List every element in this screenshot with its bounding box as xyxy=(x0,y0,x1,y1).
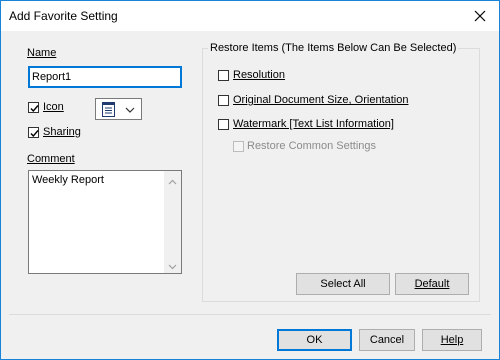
cancel-button[interactable]: Cancel xyxy=(359,329,415,351)
scroll-down-icon[interactable] xyxy=(168,261,177,273)
icon-label-text: Icon xyxy=(43,101,64,113)
resolution-label: Resolution xyxy=(233,69,285,81)
comment-label-text: Comment xyxy=(27,153,75,165)
select-all-button[interactable]: Select All xyxy=(296,273,390,295)
comment-scrollbar[interactable] xyxy=(164,171,181,273)
name-input[interactable] xyxy=(28,66,182,88)
comment-label: Comment xyxy=(27,153,75,165)
dialog-body: Name Icon xyxy=(1,31,499,359)
resolution-label-text: Resolution xyxy=(233,69,285,81)
original-size-label-text: Original Document Size, Orientation xyxy=(233,94,409,106)
original-size-checkbox[interactable] xyxy=(218,95,229,106)
dialog-window: Add Favorite Setting Name Icon xyxy=(0,0,500,360)
restore-items-title: Restore Items (The Items Below Can Be Se… xyxy=(208,42,459,54)
default-label: Default xyxy=(414,278,450,290)
chevron-down-icon xyxy=(125,105,135,117)
resolution-checkbox[interactable] xyxy=(218,70,229,81)
restore-common-checkbox xyxy=(233,141,244,152)
icon-select[interactable] xyxy=(95,98,142,120)
comment-text: Weekly Report xyxy=(32,174,104,186)
name-label-text: Name xyxy=(27,47,57,59)
cancel-label: Cancel xyxy=(369,334,405,346)
watermark-label-text: Watermark [Text List Information] xyxy=(233,118,394,130)
default-button[interactable]: Default xyxy=(395,273,469,295)
close-icon[interactable] xyxy=(471,7,489,25)
icon-checkbox[interactable] xyxy=(28,102,39,113)
select-all-label: Select All xyxy=(320,278,366,290)
footer-divider xyxy=(9,314,491,315)
comment-textarea[interactable]: Weekly Report xyxy=(28,170,182,274)
icon-label: Icon xyxy=(43,101,64,113)
sharing-label: Sharing xyxy=(43,126,81,138)
help-label: Help xyxy=(440,334,464,346)
ok-label: OK xyxy=(306,334,323,346)
sharing-label-text: Sharing xyxy=(43,126,81,138)
scroll-up-icon[interactable] xyxy=(168,176,177,188)
original-size-label: Original Document Size, Orientation xyxy=(233,94,408,106)
window-title: Add Favorite Setting xyxy=(9,9,118,23)
ok-button[interactable]: OK xyxy=(277,329,352,351)
watermark-checkbox[interactable] xyxy=(218,119,229,130)
help-button[interactable]: Help xyxy=(422,329,482,351)
restore-items-group xyxy=(202,48,480,302)
watermark-label: Watermark [Text List Information] xyxy=(233,118,394,130)
sharing-checkbox[interactable] xyxy=(28,127,39,138)
restore-common-label: Restore Common Settings xyxy=(247,140,376,152)
name-label: Name xyxy=(27,47,56,59)
document-icon xyxy=(102,102,115,120)
title-bar[interactable]: Add Favorite Setting xyxy=(1,1,499,31)
